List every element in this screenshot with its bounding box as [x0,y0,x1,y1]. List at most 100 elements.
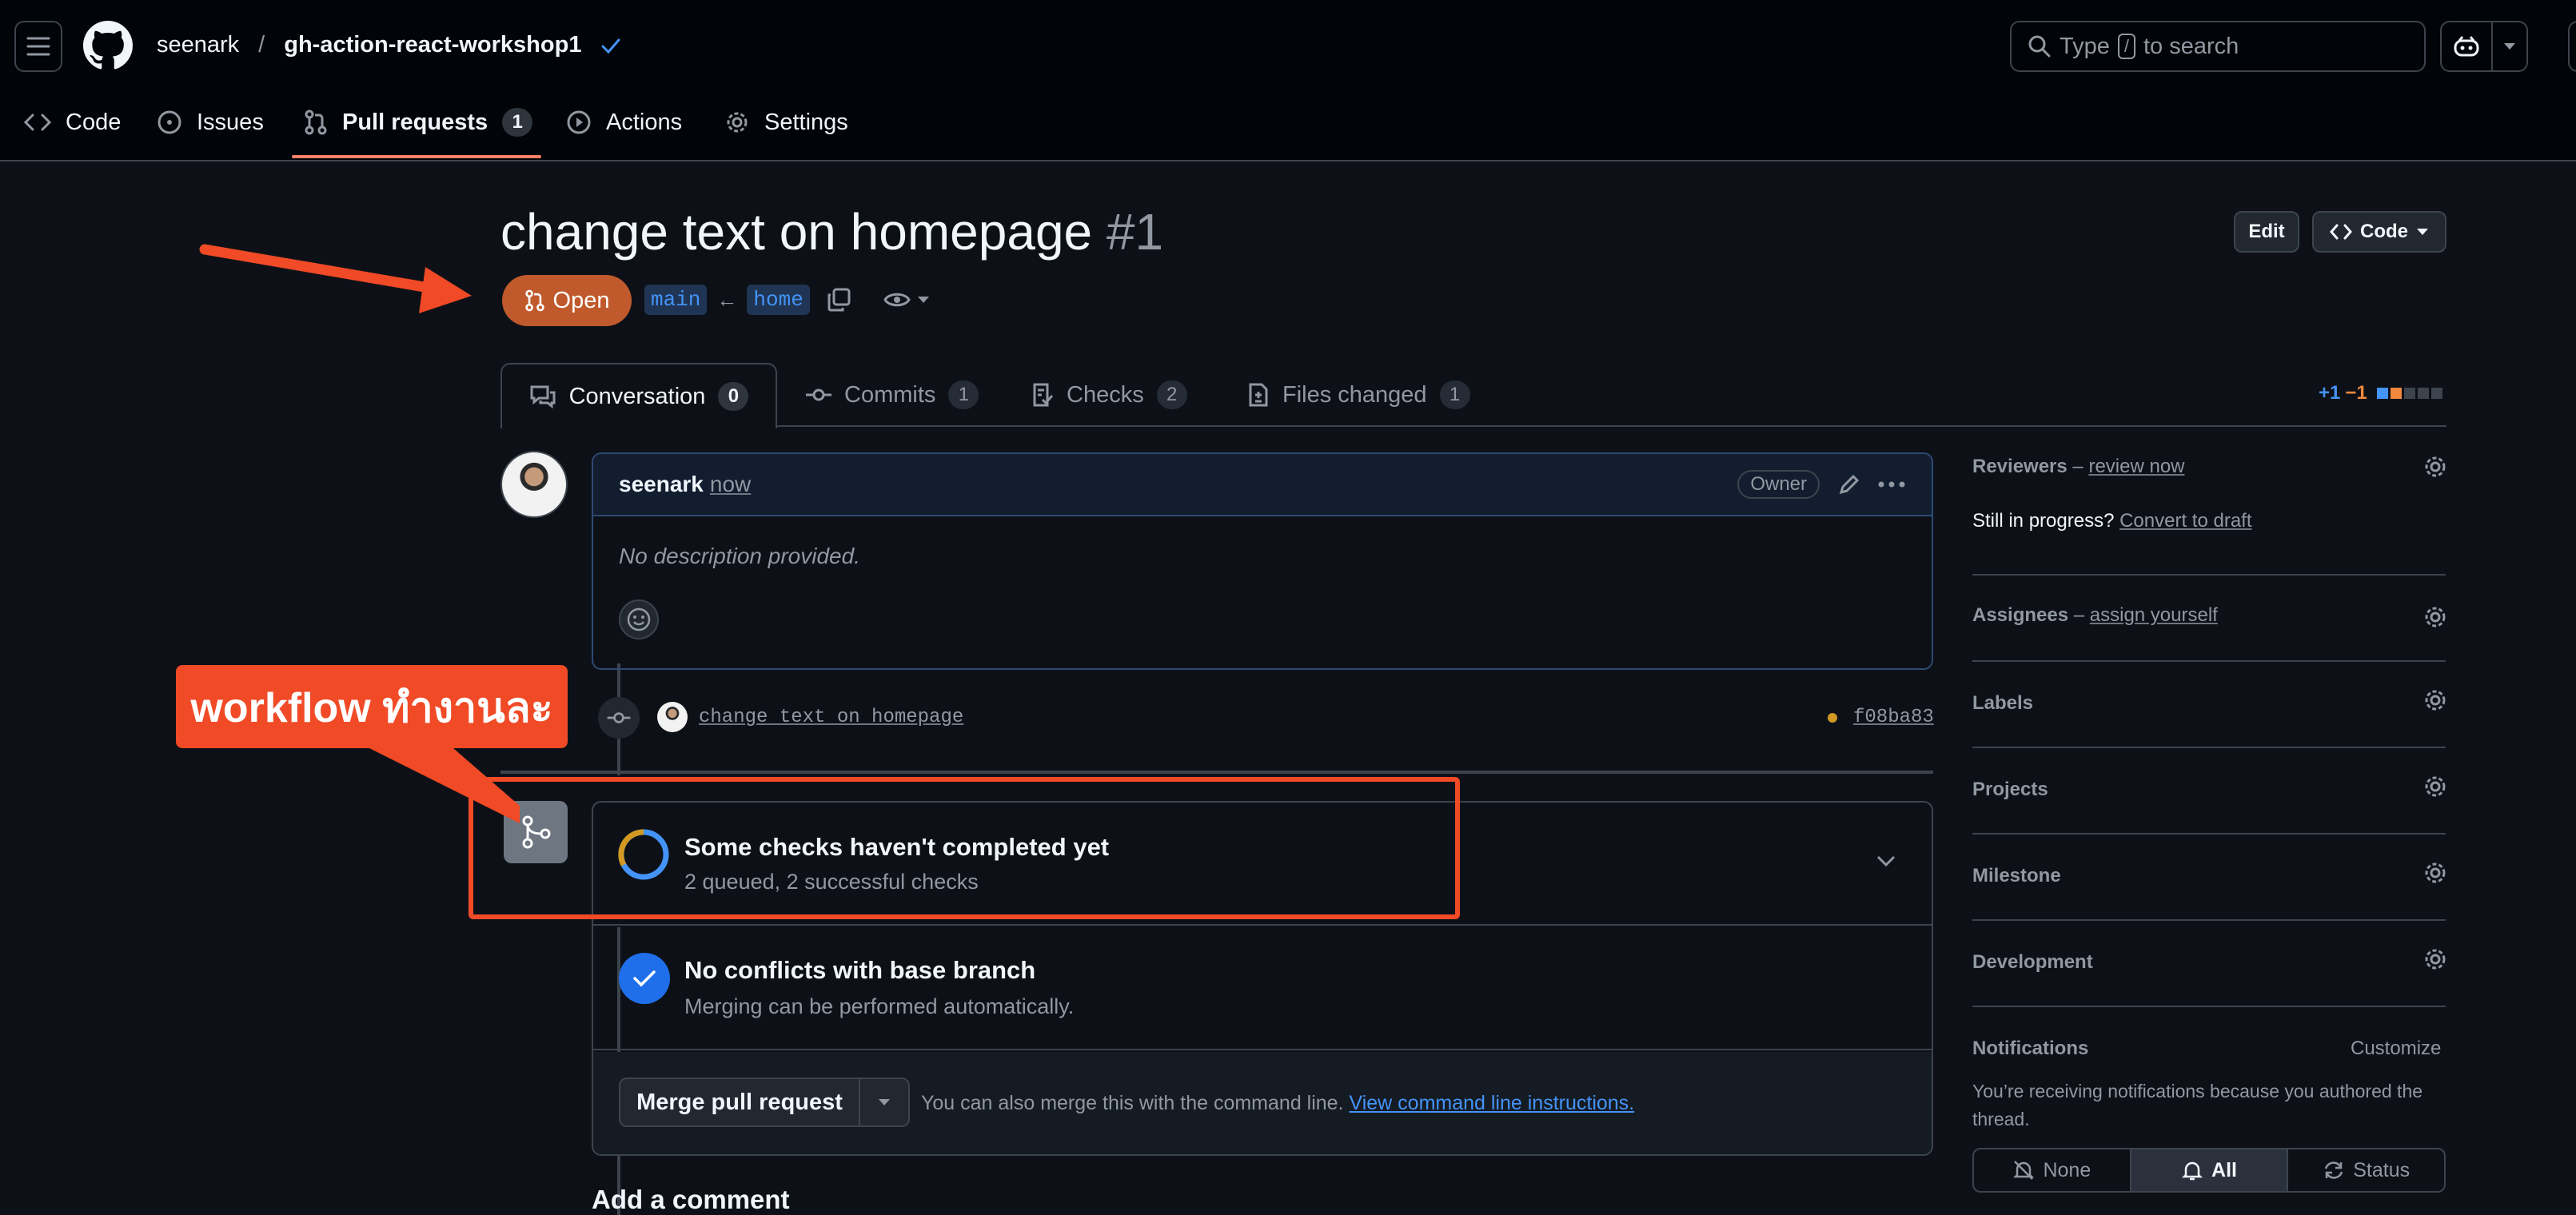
comment-author[interactable]: seenark [619,472,704,497]
github-logo[interactable] [83,21,133,70]
merge-button[interactable]: Merge pull request [619,1078,860,1127]
tab-issues[interactable]: Issues [157,104,264,141]
path-separator: / [258,32,265,58]
gear-icon[interactable] [2422,946,2448,972]
search-shortcut-key: / [2117,34,2135,59]
head-branch[interactable]: home [747,285,810,315]
reviewers-label: Reviewers [1972,456,2068,477]
gear-icon[interactable] [2422,774,2448,799]
assignees-label: Assignees [1972,604,2069,626]
tab-conversation[interactable]: Conversation 0 [500,363,777,428]
customize-link[interactable]: Customize [2351,1038,2441,1060]
pr-number: #1 [1106,203,1164,261]
commit-sha[interactable]: f08ba83 [1853,707,1934,728]
active-tab-underline [292,155,541,158]
tab-actions-label: Actions [606,109,683,135]
commit-status-dot [1828,713,1837,723]
tab-commits-count: 1 [948,380,979,409]
base-branch[interactable]: main [644,285,708,315]
avatar[interactable] [500,451,568,518]
smiley-icon [627,608,651,631]
commit-icon [607,712,631,723]
edit-label: Edit [2248,221,2285,242]
pull-request-icon [524,289,544,312]
comment-header: seenark now Owner [593,454,1932,516]
command-line-link[interactable]: View command line instructions. [1349,1092,1634,1114]
tab-files-changed[interactable]: Files changed 1 [1247,363,1470,427]
commit-avatar [657,702,688,732]
code-label: Code [2360,221,2408,242]
code-dropdown-button[interactable]: Code [2312,211,2446,253]
file-diff-icon [1249,383,1268,407]
copilot-button[interactable] [2440,21,2528,72]
notify-none-option[interactable]: None [1974,1149,2131,1191]
notify-status-option[interactable]: Status [2288,1149,2444,1191]
sidebar-reviewers[interactable]: Reviewers – review now [1972,456,2185,478]
verified-check-icon [601,38,620,54]
tab-settings-label: Settings [764,109,848,135]
notify-status-label: Status [2353,1158,2411,1181]
kebab-icon[interactable] [1877,480,1906,488]
gear-icon[interactable] [2422,860,2448,886]
annotation-highlight-box [469,777,1460,919]
chevron-down-icon [2417,229,2428,235]
add-reaction-button[interactable] [619,600,659,639]
sidebar-milestone[interactable]: Milestone [1972,865,2061,887]
bell-icon [2182,1161,2203,1181]
tab-pull-requests[interactable]: Pull requests 1 [304,104,533,141]
search-input[interactable]: Type / to search [2010,21,2426,72]
sidebar-divider [1972,1006,2446,1007]
sidebar-development[interactable]: Development [1972,951,2093,974]
convert-to-draft-link[interactable]: Convert to draft [2119,510,2251,532]
pr-state-label: Open [552,287,610,313]
sidebar-assignees[interactable]: Assignees – assign yourself [1972,604,2218,627]
repo-owner-link[interactable]: seenark [157,32,239,58]
tab-code-label: Code [66,109,122,135]
review-now-link[interactable]: review now [2088,456,2184,477]
checklist-icon [1033,383,1054,407]
notify-all-option[interactable]: All [2131,1149,2289,1191]
commit-message[interactable]: change text on homepage [699,707,963,728]
tab-commits[interactable]: Commits 1 [806,363,979,427]
menu-button[interactable] [14,21,62,72]
sidebar-projects[interactable]: Projects [1972,779,2048,801]
chevron-down-icon[interactable] [1876,854,1896,868]
pr-tabs-underline [500,425,2446,427]
still-progress-text: Still in progress? [1972,510,2115,532]
conflicts-subtitle: Merging can be performed automatically. [684,994,1075,1018]
branch-arrow: ← [716,287,738,312]
repo-name-link[interactable]: gh-action-react-workshop1 [284,32,581,58]
comment-body: No description provided. [619,544,860,568]
assign-yourself-link[interactable]: assign yourself [2090,604,2218,626]
owner-badge: Owner [1737,470,1820,499]
tab-settings[interactable]: Settings [724,104,848,141]
merge-hint-text: You can also merge this with the command… [921,1092,1344,1114]
tab-checks-label: Checks [1067,381,1144,408]
comment-time[interactable]: now [710,472,751,497]
timeline-divider [500,771,1933,774]
tab-conversation-count: 0 [718,382,749,411]
tab-checks[interactable]: Checks 2 [1031,363,1187,427]
code-icon [2330,224,2352,240]
gear-icon[interactable] [2422,454,2448,480]
conflicts-title: No conflicts with base branch [684,956,1036,984]
pencil-icon[interactable] [1837,472,1861,496]
watch-dropdown[interactable] [883,290,930,309]
pr-title: change text on homepage #1 [500,200,1163,264]
commit-icon [806,388,831,401]
pull-requests-count: 1 [502,108,533,137]
gear-icon[interactable] [2422,604,2448,630]
comment-card: seenark now Owner No description provide… [592,452,1933,670]
issue-icon [158,110,181,134]
edit-title-button[interactable]: Edit [2234,211,2299,253]
annotation-callout: workflow ทำงานละ [176,665,568,748]
gear-icon[interactable] [2422,687,2448,713]
tab-code[interactable]: Code [24,104,121,141]
sidebar-notifications: Notifications [1972,1038,2089,1059]
pr-title-text: change text on homepage [500,203,1093,261]
copy-icon[interactable] [826,287,851,313]
merge-method-dropdown[interactable] [860,1078,910,1127]
tab-actions[interactable]: Actions [566,104,682,141]
sidebar-labels[interactable]: Labels [1972,692,2033,715]
chevron-down-icon [2504,43,2515,50]
